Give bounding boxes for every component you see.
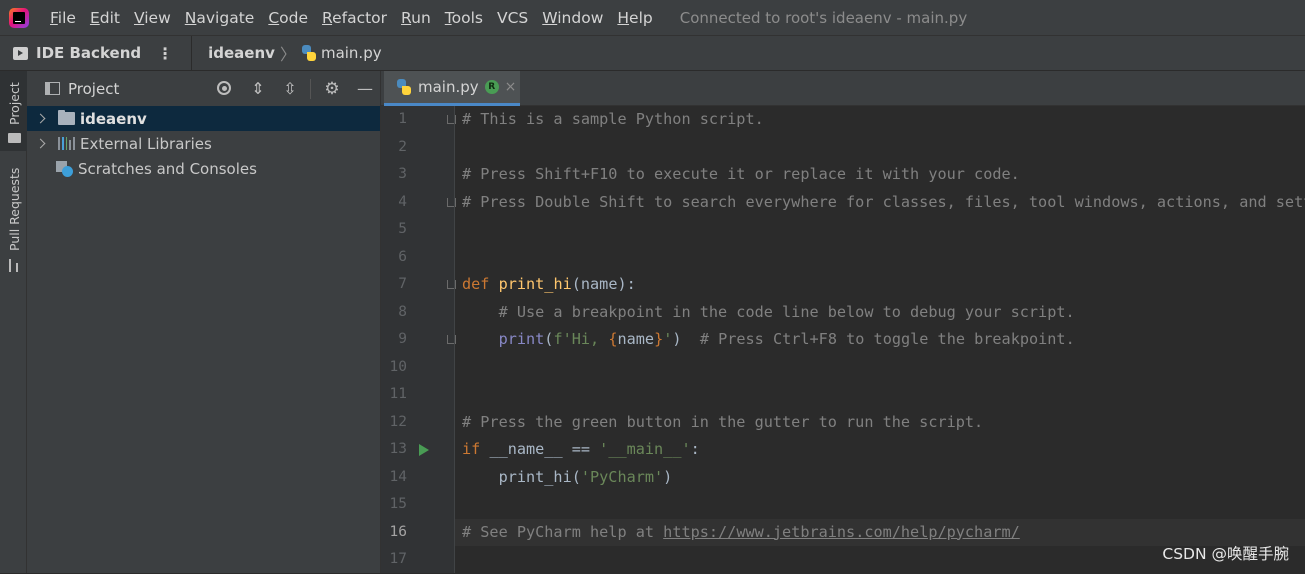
run-config-badge: R (484, 80, 499, 94)
tree-item-label: Scratches and Consoles (78, 159, 257, 178)
collapse-all-icon[interactable]: ⇳ (281, 80, 299, 98)
line-number: 5 (398, 221, 407, 237)
menu-code[interactable]: Code (261, 0, 315, 36)
line-number: 9 (398, 331, 407, 347)
navigation-bar: IDE Backend ⋮ ideaenv 〉 main.py (0, 35, 1305, 71)
run-icon[interactable] (419, 444, 429, 456)
menu-file[interactable]: File (43, 0, 83, 36)
code-line: if __name__ == '__main__': (462, 440, 700, 458)
menu-tools[interactable]: Tools (438, 0, 490, 36)
editor-tab-bar: main.py R × (381, 71, 1305, 106)
backend-label[interactable]: IDE Backend (36, 44, 141, 62)
line-number: 13 (389, 441, 407, 457)
line-number: 15 (389, 496, 407, 512)
project-panel-header: Project ⇕ ⇳ ⚙ — (27, 71, 380, 106)
project-view-icon (45, 82, 60, 95)
line-number: 3 (398, 166, 407, 182)
line-number: 7 (398, 276, 407, 292)
backend-icon (13, 46, 28, 60)
breadcrumb-project[interactable]: ideaenv (208, 44, 275, 62)
menu-edit[interactable]: Edit (83, 0, 127, 36)
tree-item-external-libraries[interactable]: External Libraries (27, 131, 380, 156)
tree-item-label: ideaenv (80, 109, 147, 128)
help-link[interactable]: https://www.jetbrains.com/help/pycharm/ (663, 523, 1020, 541)
code-line: print_hi('PyCharm') (462, 467, 673, 486)
window-title: Connected to root's ideaenv - main.py (679, 8, 968, 27)
library-icon (58, 137, 75, 150)
menu-help[interactable]: Help (610, 0, 659, 36)
python-file-icon (396, 79, 412, 95)
menu-bar: File Edit View Navigate Code Refactor Ru… (0, 0, 1305, 36)
line-number: 4 (398, 193, 407, 210)
tab-main-py[interactable]: main.py R × (384, 71, 520, 106)
expand-all-icon[interactable]: ⇕ (249, 80, 267, 98)
line-number: 1 (398, 111, 407, 127)
line-number: 17 (389, 551, 407, 567)
line-number: 2 (398, 138, 407, 155)
locate-file-icon[interactable] (216, 80, 234, 98)
more-options-icon[interactable]: ⋮ (157, 44, 173, 63)
folder-icon (58, 110, 75, 125)
app-logo-icon (9, 7, 29, 28)
code-line: # Press Shift+F10 to execute it or repla… (462, 165, 1020, 183)
code-line: # Press the green button in the gutter t… (462, 412, 984, 431)
menu-view[interactable]: View (127, 0, 178, 36)
gear-icon[interactable]: ⚙ (323, 80, 341, 98)
menu-run[interactable]: Run (394, 0, 438, 36)
close-icon[interactable]: × (505, 79, 517, 95)
header-divider (310, 79, 311, 99)
line-number: 14 (389, 468, 407, 485)
breadcrumb-separator: 〉 (279, 45, 296, 64)
chevron-right-icon[interactable] (35, 138, 46, 149)
pull-request-icon (8, 259, 20, 272)
scratch-icon (56, 160, 73, 177)
project-panel: Project ⇕ ⇳ ⚙ — ideaenv External Librari… (27, 71, 381, 573)
code-line: # Press Double Shift to search everywher… (462, 192, 1305, 211)
code-line: # This is a sample Python script. (462, 110, 764, 128)
minimize-icon[interactable]: — (356, 80, 374, 98)
pull-requests-label: Pull Requests (7, 167, 22, 251)
menu-navigate[interactable]: Navigate (178, 0, 262, 36)
code-line: print(f'Hi, {name}') # Press Ctrl+F8 to … (498, 330, 1075, 348)
chevron-right-icon[interactable] (35, 113, 46, 124)
folder-icon (8, 133, 21, 143)
editor-gutter[interactable]: 1 2 3 4 5 6 7 8 9 10 11 12 13 14 15 16 1… (381, 106, 456, 573)
line-number: 6 (398, 248, 407, 265)
project-panel-title[interactable]: Project (68, 80, 119, 98)
code-line: # Use a breakpoint in the code line belo… (462, 302, 1075, 321)
editor: main.py R × 1 2 3 4 5 6 7 8 9 10 11 12 1… (381, 71, 1305, 573)
project-tool-label: Project (7, 82, 22, 125)
menu-refactor[interactable]: Refactor (315, 0, 394, 36)
line-number-current: 16 (389, 523, 407, 540)
breadcrumb-file[interactable]: main.py (321, 44, 382, 62)
menu-vcs[interactable]: VCS (490, 0, 535, 36)
left-tool-strip: Project Pull Requests (0, 71, 27, 573)
line-number: 11 (389, 386, 407, 402)
line-number: 12 (389, 413, 407, 430)
project-tool-button[interactable]: Project (0, 71, 27, 151)
line-number: 8 (398, 303, 407, 320)
tree-item-ideaenv[interactable]: ideaenv (27, 106, 380, 131)
tree-item-scratches[interactable]: Scratches and Consoles (27, 156, 380, 181)
tree-item-label: External Libraries (80, 134, 212, 153)
python-file-icon (301, 45, 317, 61)
tab-label: main.py (418, 78, 479, 96)
line-number: 10 (389, 358, 407, 375)
code-area[interactable]: # This is a sample Python script. # Pres… (455, 106, 1305, 573)
code-line: def print_hi(name): (462, 275, 636, 293)
watermark: CSDN @唤醒手腕 (1162, 545, 1289, 563)
navbar-divider (191, 35, 193, 71)
menu-window[interactable]: Window (535, 0, 610, 36)
